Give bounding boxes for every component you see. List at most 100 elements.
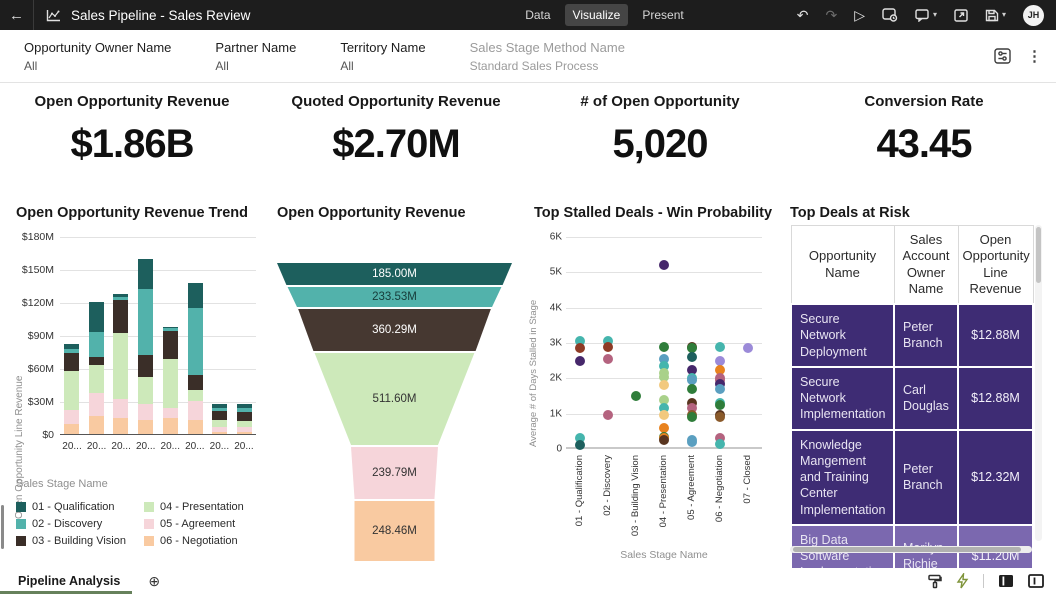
table-horizontal-scrollbar[interactable] [790, 546, 1032, 553]
owner-name-cell[interactable]: Peter Branch [894, 430, 958, 525]
bar-segment[interactable] [212, 411, 227, 420]
scatter-point[interactable] [687, 384, 697, 394]
dataset-history-button[interactable] [882, 8, 898, 22]
bar-stack[interactable] [113, 237, 128, 434]
filter-sales-stage-method[interactable]: Sales Stage Method Name Standard Sales P… [470, 40, 625, 73]
bar-segment[interactable] [89, 302, 104, 332]
add-page-button[interactable]: ⊕ [148, 574, 160, 588]
bar-segment[interactable] [237, 432, 252, 434]
table-row[interactable]: Knowledge Mangement and Training Center … [791, 430, 1033, 525]
bar-segment[interactable] [188, 390, 203, 401]
tab-visualize[interactable]: Visualize [565, 4, 629, 26]
bar-segment[interactable] [188, 375, 203, 390]
funnel-segment[interactable]: 248.46M [277, 501, 512, 561]
lightning-bolt-icon[interactable] [956, 573, 969, 589]
scatter-point[interactable] [715, 439, 725, 449]
table-column-header[interactable]: Open Opportunity Line Revenue [958, 226, 1033, 305]
comments-button[interactable]: ▾ [915, 9, 937, 22]
kpi-open-opportunity-count[interactable]: # of Open Opportunity 5,020 [528, 83, 792, 197]
bar-segment[interactable] [163, 359, 178, 407]
bar-stack[interactable] [237, 237, 252, 434]
bar-segment[interactable] [89, 416, 104, 434]
left-panel-layout-icon[interactable] [998, 574, 1014, 588]
bar-stack[interactable] [138, 237, 153, 434]
bar-segment[interactable] [188, 420, 203, 434]
bar-segment[interactable] [113, 333, 128, 399]
bar-segment[interactable] [89, 365, 104, 394]
scatter-point[interactable] [603, 410, 613, 420]
kpi-open-opportunity-revenue[interactable]: Open Opportunity Revenue $1.86B [0, 83, 264, 197]
funnel-segment[interactable]: 360.29M [277, 309, 512, 351]
scatter-point[interactable] [743, 343, 753, 353]
bar-segment[interactable] [237, 412, 252, 421]
funnel-segment[interactable]: 239.79M [277, 447, 512, 499]
bar-segment[interactable] [138, 404, 153, 419]
scatter-point[interactable] [659, 380, 669, 390]
kpi-conversion-rate[interactable]: Conversion Rate 43.45 [792, 83, 1056, 197]
scatter-point[interactable] [715, 412, 725, 422]
opportunity-name-cell[interactable]: Secure Network Deployment [791, 304, 894, 367]
scatter-point[interactable] [603, 354, 613, 364]
horizontal-scrollbar-thumb[interactable] [793, 547, 1021, 552]
bar-segment[interactable] [138, 377, 153, 405]
filter-opportunity-owner[interactable]: Opportunity Owner Name All [24, 40, 171, 73]
legend-item[interactable]: 02 - Discovery [16, 515, 144, 532]
bar-segment[interactable] [237, 421, 252, 428]
bar-segment[interactable] [163, 418, 178, 435]
scatter-point[interactable] [687, 352, 697, 362]
user-avatar[interactable]: JH [1023, 5, 1044, 26]
bar-segment[interactable] [138, 259, 153, 289]
scatter-point[interactable] [575, 343, 585, 353]
scatter-point[interactable] [687, 437, 697, 447]
bar-segment[interactable] [188, 283, 203, 307]
funnel-segment[interactable]: 233.53M [277, 287, 512, 307]
tab-data[interactable]: Data [517, 4, 558, 26]
bar-segment[interactable] [138, 289, 153, 355]
filter-territory-name[interactable]: Territory Name All [340, 40, 425, 73]
bar-segment[interactable] [163, 408, 178, 418]
bar-segment[interactable] [64, 371, 79, 410]
scatter-point[interactable] [715, 342, 725, 352]
bar-segment[interactable] [64, 353, 79, 372]
bar-stack[interactable] [163, 237, 178, 434]
bar-segment[interactable] [188, 308, 203, 375]
bar-stack[interactable] [89, 237, 104, 434]
tab-present[interactable]: Present [634, 4, 691, 26]
legend-item[interactable]: 05 - Agreement [144, 515, 244, 532]
filter-partner-name[interactable]: Partner Name All [215, 40, 296, 73]
bar-segment[interactable] [138, 355, 153, 377]
scatter-point[interactable] [575, 440, 585, 450]
filter-panel-icon[interactable] [994, 48, 1011, 64]
revenue-cell[interactable]: $12.32M [958, 430, 1033, 525]
legend-item[interactable]: 01 - Qualification [16, 498, 144, 515]
scatter-point[interactable] [659, 435, 669, 445]
back-button[interactable]: ← [0, 0, 34, 30]
bar-segment[interactable] [113, 418, 128, 435]
vertical-scrollbar-thumb[interactable] [1036, 227, 1041, 283]
scatter-point[interactable] [631, 391, 641, 401]
bar-segment[interactable] [113, 300, 128, 333]
bar-segment[interactable] [113, 399, 128, 418]
scatter-point[interactable] [687, 412, 697, 422]
legend-item[interactable]: 03 - Building Vision [16, 532, 144, 549]
table-column-header[interactable]: Opportunity Name [791, 226, 894, 305]
save-button[interactable]: ▾ [985, 9, 1006, 22]
run-button[interactable]: ▷ [854, 8, 865, 22]
bar-segment[interactable] [188, 401, 203, 420]
undo-button[interactable]: ↶ [797, 8, 809, 22]
bar-segment[interactable] [89, 393, 104, 416]
legend-item[interactable]: 06 - Negotiation [144, 532, 244, 549]
format-paint-icon[interactable] [927, 574, 942, 589]
bar-segment[interactable] [64, 410, 79, 424]
page-tab-pipeline-analysis[interactable]: Pipeline Analysis [0, 568, 138, 594]
opportunity-name-cell[interactable]: Knowledge Mangement and Training Center … [791, 430, 894, 525]
bar-segment[interactable] [163, 331, 178, 360]
bar-stack[interactable] [64, 237, 79, 434]
revenue-cell[interactable]: $12.88M [958, 367, 1033, 430]
more-options-button[interactable]: ⋮ [1027, 47, 1042, 65]
bar-segment[interactable] [89, 357, 104, 365]
funnel-segment[interactable]: 185.00M [277, 263, 512, 285]
owner-name-cell[interactable]: Peter Branch [894, 304, 958, 367]
scatter-point[interactable] [659, 260, 669, 270]
owner-name-cell[interactable]: Carl Douglas [894, 367, 958, 430]
